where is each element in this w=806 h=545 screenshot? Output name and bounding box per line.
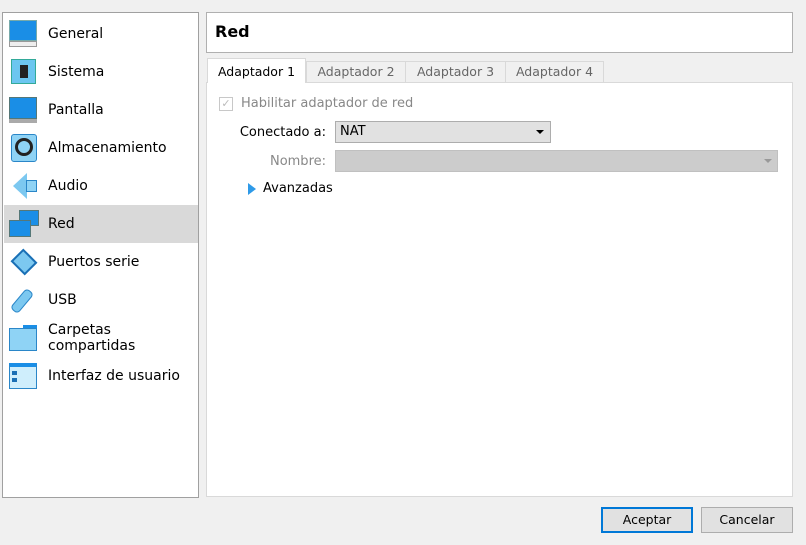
adapter-panel: ✓ Habilitar adaptador de red Conectado a… [206,82,793,497]
name-label: Nombre: [269,154,326,169]
enable-adapter-checkbox[interactable]: ✓ [219,96,233,111]
sidebar-item-label: Red [48,216,75,232]
sidebar-item-label: Carpetas compartidas [48,322,136,354]
connected-to-label: Conectado a: [239,125,326,140]
speaker-icon [7,170,39,202]
expand-triangle-icon [248,182,256,195]
chip-icon [7,56,39,88]
sidebar-item-label: Pantalla [48,102,104,118]
sidebar-item-label: USB [48,292,77,308]
advanced-toggle[interactable]: Avanzadas [248,181,333,196]
network-icon [7,208,39,240]
sidebar-item-puertos-serie[interactable]: Puertos serie [4,243,198,281]
settings-sidebar: General Sistema Pantalla Almacenamiento … [2,12,199,498]
sidebar-item-label: Puertos serie [48,254,140,270]
folder-icon [7,322,39,354]
sidebar-item-carpetas-compartidas[interactable]: Carpetas compartidas [4,319,198,357]
sidebar-item-label: Audio [48,178,88,194]
tab-adaptador-1[interactable]: Adaptador 1 [207,58,306,83]
cancel-button[interactable]: Cancelar [701,507,793,533]
sidebar-item-almacenamiento[interactable]: Almacenamiento [4,129,198,167]
sidebar-item-general[interactable]: General [4,15,198,53]
connected-to-value: NAT [340,124,366,139]
connected-to-select[interactable]: NAT [335,121,551,143]
user-interface-icon [7,360,39,392]
usb-icon [7,284,39,316]
tab-adaptador-2[interactable]: Adaptador 2 [306,61,406,83]
enable-adapter-row[interactable]: ✓ Habilitar adaptador de red [219,96,413,111]
tab-adaptador-3[interactable]: Adaptador 3 [405,61,506,83]
tab-adaptador-4[interactable]: Adaptador 4 [505,61,604,83]
sidebar-item-label: Sistema [48,64,105,80]
chevron-down-icon [536,130,544,134]
sidebar-item-pantalla[interactable]: Pantalla [4,91,198,129]
enable-adapter-label: Habilitar adaptador de red [241,96,414,111]
sidebar-item-red[interactable]: Red [4,205,198,243]
name-select[interactable] [335,150,778,172]
sidebar-item-audio[interactable]: Audio [4,167,198,205]
chevron-down-icon [764,159,772,163]
page-title: Red [206,12,793,53]
sidebar-item-interfaz-de-usuario[interactable]: Interfaz de usuario [4,357,198,395]
serial-port-icon [7,246,39,278]
ok-button[interactable]: Aceptar [601,507,693,533]
general-monitor-icon [7,18,39,50]
sidebar-item-label: General [48,26,104,42]
sidebar-item-usb[interactable]: USB [4,281,198,319]
disk-icon [7,132,39,164]
advanced-label: Avanzadas [263,181,333,196]
sidebar-item-label: Almacenamiento [48,140,167,156]
sidebar-item-sistema[interactable]: Sistema [4,53,198,91]
sidebar-item-label: Interfaz de usuario [48,368,180,384]
display-icon [7,94,39,126]
